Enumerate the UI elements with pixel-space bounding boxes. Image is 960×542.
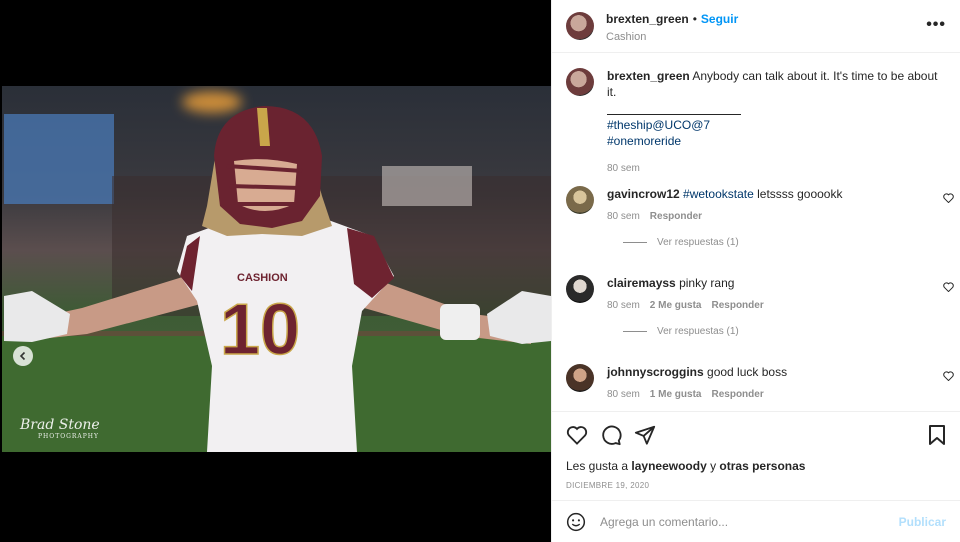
caption-hashtag[interactable]: #theship@UCO@7	[607, 117, 946, 133]
caption-username[interactable]: brexten_green	[607, 69, 690, 83]
likes-mid: y	[706, 459, 720, 473]
emoji-icon[interactable]	[566, 512, 586, 532]
caption-divider	[607, 114, 741, 115]
comment-username[interactable]: clairemayss	[607, 276, 676, 290]
separator-dot: •	[692, 11, 697, 26]
author-info: brexten_green • Seguir Cashion	[606, 10, 738, 43]
avatar[interactable]	[566, 186, 594, 214]
caption-body: brexten_green Anybody can talk about it.…	[607, 68, 946, 149]
comment-likes[interactable]: 2 Me gusta	[650, 300, 702, 311]
heart-icon[interactable]	[943, 193, 954, 203]
likes-prefix: Les gusta a	[566, 459, 632, 473]
publish-button[interactable]: Publicar	[899, 515, 946, 529]
avatar[interactable]	[566, 12, 594, 40]
share-icon[interactable]	[634, 424, 656, 446]
avatar[interactable]	[566, 275, 594, 303]
comment-time[interactable]: 80 sem	[607, 389, 640, 400]
comment-time[interactable]: 80 sem	[607, 300, 640, 311]
reply-button[interactable]: Responder	[711, 300, 763, 311]
caption: brexten_green Anybody can talk about it.…	[566, 68, 946, 174]
post-date[interactable]: DICIEMBRE 19, 2020	[566, 481, 946, 490]
watermark-sub: PHOTOGRAPHY	[38, 433, 99, 440]
avatar[interactable]	[566, 68, 594, 96]
view-replies-label: Ver respuestas (1)	[657, 326, 739, 337]
comment-likes[interactable]: 1 Me gusta	[650, 389, 702, 400]
comment-body: clairemayss pinky rang	[607, 275, 946, 291]
more-options-button[interactable]: •••	[926, 16, 946, 34]
football-player: 10 CASHION	[4, 106, 551, 452]
likes-summary: Les gusta a layneewoody y otras personas	[566, 459, 946, 473]
watermark-name: Brad Stone	[20, 417, 100, 433]
action-icons	[566, 424, 946, 446]
liker-username[interactable]: layneewoody	[631, 459, 706, 473]
post-actions: Les gusta a layneewoody y otras personas…	[552, 411, 960, 490]
comment-input[interactable]: Agrega un comentario...	[600, 515, 899, 529]
author-username[interactable]: brexten_green	[606, 12, 689, 26]
avatar[interactable]	[566, 364, 594, 392]
comment-text: pinky rang	[675, 276, 735, 290]
comment-hashtag[interactable]: #wetookstate	[683, 187, 754, 201]
bookmark-icon[interactable]	[928, 424, 946, 446]
heart-icon[interactable]	[566, 425, 588, 445]
post-location[interactable]: Cashion	[606, 31, 738, 43]
caption-hashtag[interactable]: #onemoreride	[607, 133, 946, 149]
replies-line	[623, 242, 647, 243]
comment-username[interactable]: gavincrow12	[607, 187, 680, 201]
heart-icon[interactable]	[943, 282, 954, 292]
heart-icon[interactable]	[943, 371, 954, 381]
view-replies-button[interactable]: Ver respuestas (1)	[623, 237, 946, 248]
comment-meta: 80 sem 1 Me gusta Responder	[607, 389, 946, 400]
comment-icon[interactable]	[600, 424, 622, 446]
media-viewer: 10 CASHION Brad Stone PHOTOGRAPHY	[0, 0, 551, 542]
comment-item: clairemayss pinky rang 80 sem 2 Me gusta…	[566, 275, 954, 337]
comment-item: johnnyscroggins good luck boss 80 sem 1 …	[566, 364, 954, 400]
comments-list[interactable]: brexten_green Anybody can talk about it.…	[552, 54, 960, 411]
chevron-left-icon	[19, 351, 26, 361]
comment-meta: 80 sem 2 Me gusta Responder	[607, 300, 946, 311]
comment-time[interactable]: 80 sem	[607, 211, 640, 222]
post-side-panel: brexten_green • Seguir Cashion ••• brexten…	[551, 0, 960, 542]
comment-body: johnnyscroggins good luck boss	[607, 364, 946, 380]
jersey-text: CASHION	[237, 272, 288, 284]
view-replies-button[interactable]: Ver respuestas (1)	[623, 326, 946, 337]
caption-meta: 80 sem	[607, 163, 946, 174]
view-replies-label: Ver respuestas (1)	[657, 237, 739, 248]
photographer-watermark: Brad Stone PHOTOGRAPHY	[20, 417, 100, 440]
others-link[interactable]: otras personas	[719, 459, 805, 473]
comment-text: letssss gooookk	[753, 187, 843, 201]
replies-line	[623, 331, 647, 332]
comment-username[interactable]: johnnyscroggins	[607, 365, 704, 379]
comment-body: gavincrow12 #wetookstate letssss gooookk	[607, 186, 946, 202]
comment-text: good luck boss	[703, 365, 788, 379]
reply-button[interactable]: Responder	[650, 211, 702, 222]
previous-photo-button[interactable]	[13, 346, 33, 366]
jersey-number: 10	[220, 290, 300, 370]
comment-item: gavincrow12 #wetookstate letssss gooookk…	[566, 186, 954, 248]
reply-button[interactable]: Responder	[711, 389, 763, 400]
caption-time[interactable]: 80 sem	[607, 163, 640, 174]
comment-meta: 80 sem Responder	[607, 211, 946, 222]
post-photo[interactable]: 10 CASHION Brad Stone PHOTOGRAPHY	[2, 86, 551, 452]
follow-button[interactable]: Seguir	[701, 12, 738, 26]
comment-composer: Agrega un comentario... Publicar	[552, 500, 960, 542]
post-header: brexten_green • Seguir Cashion •••	[552, 0, 960, 53]
